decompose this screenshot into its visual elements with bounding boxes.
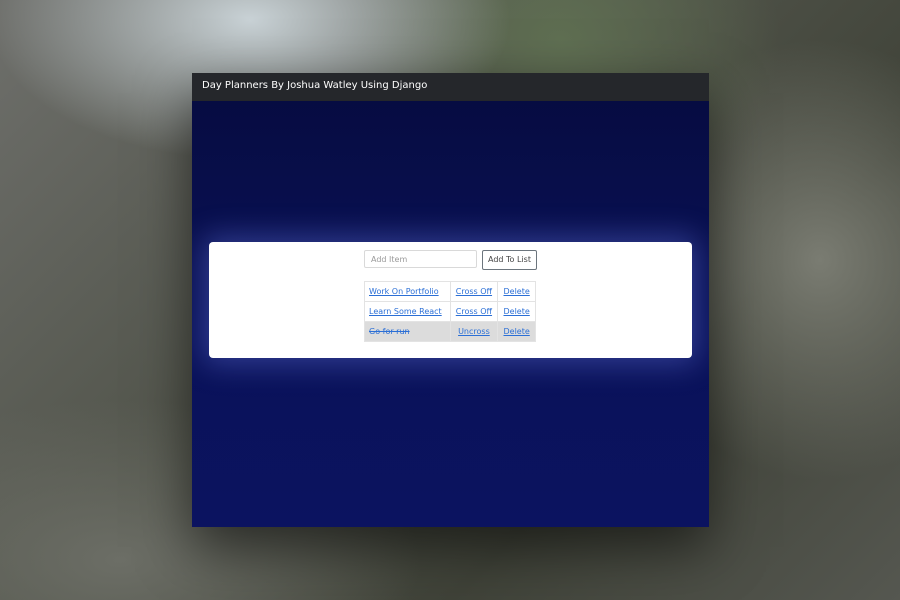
item-link-crossed[interactable]: Go for run — [369, 327, 410, 336]
delete-cell: Delete — [497, 321, 536, 342]
action-cell: Cross Off — [449, 301, 499, 322]
table-row: Learn Some React Cross Off Delete — [364, 301, 536, 322]
todo-table: Work On Portfolio Cross Off Delete Learn… — [364, 281, 536, 342]
item-cell: Work On Portfolio — [364, 281, 451, 302]
cross-off-link[interactable]: Cross Off — [456, 287, 492, 296]
navbar: Day Planners By Joshua Watley Using Djan… — [192, 73, 709, 101]
item-link[interactable]: Learn Some React — [369, 307, 442, 316]
cross-off-link[interactable]: Cross Off — [456, 307, 492, 316]
add-item-input[interactable] — [364, 250, 477, 268]
delete-cell: Delete — [497, 301, 536, 322]
delete-cell: Delete — [497, 281, 536, 302]
delete-link[interactable]: Delete — [503, 307, 529, 316]
action-cell: Uncross — [449, 321, 499, 342]
item-cell: Go for run — [364, 321, 451, 342]
delete-link[interactable]: Delete — [503, 327, 529, 336]
add-to-list-button[interactable]: Add To List — [482, 250, 537, 270]
todo-card: Add To List Work On Portfolio Cross Off … — [209, 242, 692, 358]
app-window: Day Planners By Joshua Watley Using Djan… — [192, 73, 709, 527]
item-cell: Learn Some React — [364, 301, 451, 322]
item-link[interactable]: Work On Portfolio — [369, 287, 439, 296]
delete-link[interactable]: Delete — [503, 287, 529, 296]
navbar-brand[interactable]: Day Planners By Joshua Watley Using Djan… — [202, 80, 427, 91]
action-cell: Cross Off — [449, 281, 499, 302]
table-row: Work On Portfolio Cross Off Delete — [364, 281, 536, 302]
uncross-link[interactable]: Uncross — [458, 327, 490, 336]
table-row-completed: Go for run Uncross Delete — [364, 321, 536, 342]
add-item-form: Add To List — [364, 250, 539, 270]
